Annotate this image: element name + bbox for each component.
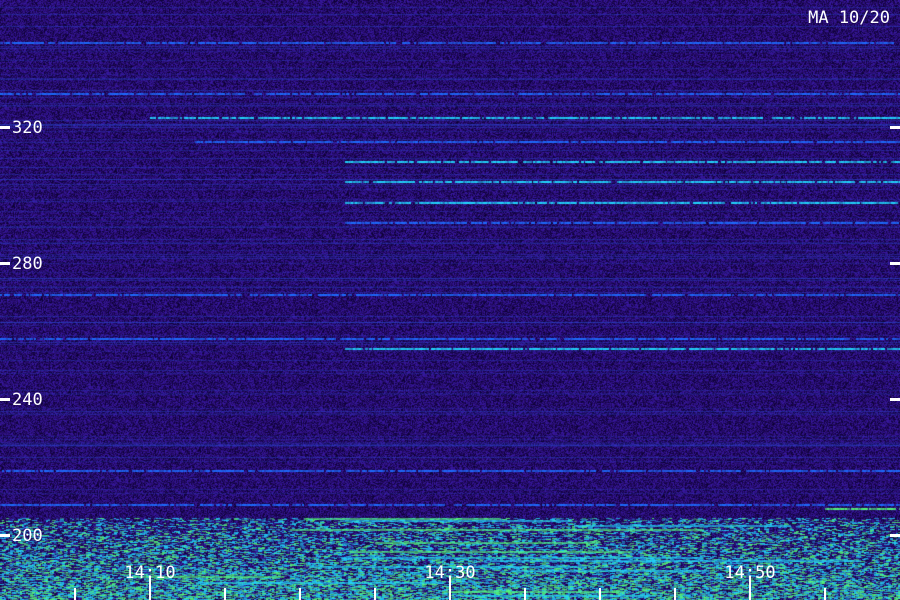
y-tick-left bbox=[0, 126, 10, 129]
y-tick-left bbox=[0, 262, 10, 265]
x-minor-tick bbox=[824, 588, 826, 600]
frequency-axis: 200 240 280 320 bbox=[0, 118, 900, 546]
axis-overlay: 200 240 280 320 14:10 14:30 14:50 MA 10/20 bbox=[0, 8, 900, 600]
x-minor-tick bbox=[74, 588, 76, 600]
y-tick-label: 280 bbox=[12, 254, 43, 274]
x-tick-label: 14:50 bbox=[724, 563, 775, 583]
x-minor-tick bbox=[599, 588, 601, 600]
y-tick-right bbox=[890, 534, 900, 537]
time-axis: 14:10 14:30 14:50 bbox=[74, 563, 826, 600]
x-tick-label: 14:30 bbox=[424, 563, 475, 583]
y-tick-label: 320 bbox=[12, 118, 43, 138]
y-tick-label: 200 bbox=[12, 526, 43, 546]
y-tick-left bbox=[0, 398, 10, 401]
x-minor-tick bbox=[299, 588, 301, 600]
y-tick-right bbox=[890, 126, 900, 129]
x-minor-tick bbox=[374, 588, 376, 600]
x-minor-tick bbox=[674, 588, 676, 600]
x-minor-tick bbox=[224, 588, 226, 600]
y-tick-right bbox=[890, 262, 900, 265]
x-minor-tick bbox=[524, 588, 526, 600]
x-tick-label: 14:10 bbox=[124, 563, 175, 583]
station-label: MA 10/20 bbox=[808, 8, 890, 28]
y-tick-right bbox=[890, 398, 900, 401]
y-tick-label: 240 bbox=[12, 390, 43, 410]
y-tick-left bbox=[0, 534, 10, 537]
